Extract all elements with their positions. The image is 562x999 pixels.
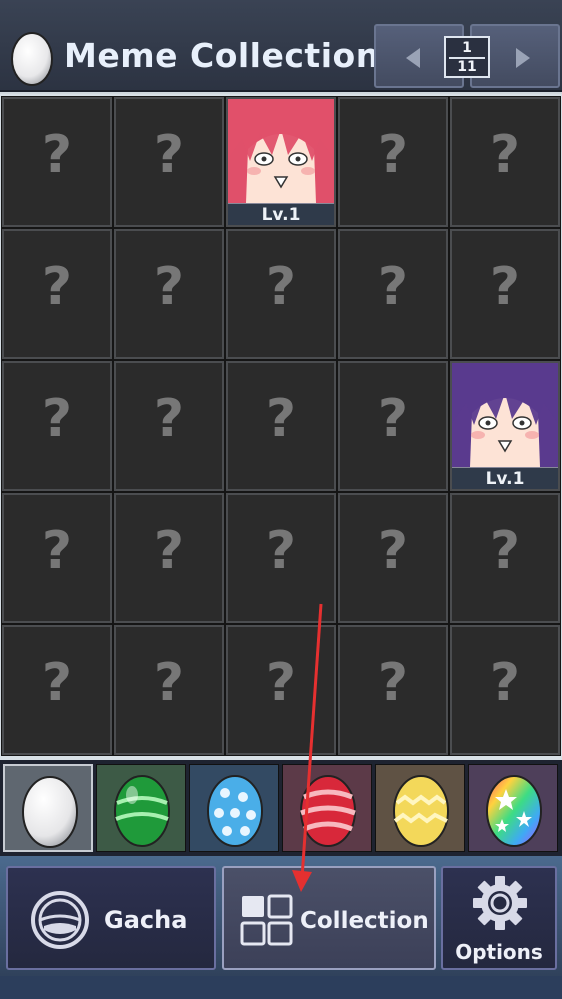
meme-card-locked[interactable]: ? [113, 492, 225, 624]
locked-question-mark: ? [489, 257, 521, 317]
egg-type-tabs [0, 760, 562, 856]
meme-card-unlocked[interactable]: Lv.1 [225, 96, 337, 228]
locked-question-mark: ? [489, 521, 521, 581]
bottom-navigation: Gacha Collection Options [0, 856, 562, 999]
meme-card-locked[interactable]: ? [449, 492, 561, 624]
options-label: Options [455, 940, 543, 964]
white-egg-icon [22, 776, 78, 848]
page-title: Meme Collection [64, 36, 380, 75]
meme-card-locked[interactable]: ? [113, 228, 225, 360]
meme-card-locked[interactable]: ? [449, 624, 561, 756]
options-button[interactable]: Options [441, 866, 557, 970]
locked-question-mark: ? [265, 521, 297, 581]
bottom-strip [0, 976, 562, 999]
meme-level-label: Lv.1 [228, 203, 334, 225]
meme-portrait [228, 99, 334, 203]
red-striped-egg-icon [300, 775, 356, 847]
locked-question-mark: ? [153, 257, 185, 317]
gacha-button[interactable]: Gacha [6, 866, 216, 970]
locked-question-mark: ? [153, 521, 185, 581]
locked-question-mark: ? [41, 521, 73, 581]
locked-question-mark: ? [489, 653, 521, 713]
egg-tab-rainbow-star-egg[interactable] [468, 764, 558, 852]
meme-card-unlocked[interactable]: Lv.1 [449, 360, 561, 492]
egg-tab-white-egg[interactable] [3, 764, 93, 852]
locked-question-mark: ? [153, 653, 185, 713]
white-egg-icon [11, 32, 53, 86]
meme-card-locked[interactable]: ? [337, 96, 449, 228]
meme-card-locked[interactable]: ? [449, 96, 561, 228]
chevron-right-icon [516, 48, 530, 68]
meme-card-locked[interactable]: ? [1, 492, 113, 624]
meme-card-locked[interactable]: ? [225, 228, 337, 360]
locked-question-mark: ? [265, 257, 297, 317]
locked-question-mark: ? [153, 125, 185, 185]
egg-tab-blue-spotted-egg[interactable] [189, 764, 279, 852]
locked-question-mark: ? [153, 389, 185, 449]
meme-level-label: Lv.1 [452, 467, 558, 489]
chevron-left-icon [406, 48, 420, 68]
meme-card-locked[interactable]: ? [1, 624, 113, 756]
yellow-zigzag-egg-icon [393, 775, 449, 847]
locked-question-mark: ? [489, 125, 521, 185]
total-pages: 11 [457, 59, 477, 75]
locked-question-mark: ? [377, 653, 409, 713]
collection-grid: ?? Lv.1??????????? Lv.1?????????? [0, 94, 562, 760]
meme-card-locked[interactable]: ? [225, 360, 337, 492]
blue-spotted-egg-icon [207, 775, 263, 847]
meme-card-locked[interactable]: ? [337, 228, 449, 360]
collection-button[interactable]: Collection [222, 866, 436, 970]
meme-card-locked[interactable]: ? [337, 360, 449, 492]
meme-card-locked[interactable]: ? [113, 360, 225, 492]
green-striped-egg-icon [114, 775, 170, 847]
locked-question-mark: ? [41, 653, 73, 713]
locked-question-mark: ? [41, 257, 73, 317]
gacha-capsule-icon [31, 891, 89, 949]
locked-question-mark: ? [377, 389, 409, 449]
gacha-label: Gacha [104, 906, 188, 934]
meme-portrait [452, 363, 558, 467]
egg-tab-green-striped-egg[interactable] [96, 764, 186, 852]
meme-card-locked[interactable]: ? [449, 228, 561, 360]
header-bar: Meme Collection 1 11 [0, 0, 562, 92]
meme-card-locked[interactable]: ? [337, 492, 449, 624]
page-navigator: 1 11 [374, 24, 560, 88]
meme-card-locked[interactable]: ? [337, 624, 449, 756]
meme-card-locked[interactable]: ? [1, 228, 113, 360]
locked-question-mark: ? [41, 125, 73, 185]
egg-tab-yellow-zigzag-egg[interactable] [375, 764, 465, 852]
meme-card-locked[interactable]: ? [113, 624, 225, 756]
locked-question-mark: ? [265, 653, 297, 713]
meme-card-locked[interactable]: ? [113, 96, 225, 228]
egg-tab-red-striped-egg[interactable] [282, 764, 372, 852]
current-page: 1 [462, 40, 472, 56]
meme-card-locked[interactable]: ? [1, 360, 113, 492]
locked-question-mark: ? [377, 125, 409, 185]
page-indicator: 1 11 [444, 36, 490, 78]
locked-question-mark: ? [265, 389, 297, 449]
locked-question-mark: ? [41, 389, 73, 449]
meme-card-locked[interactable]: ? [225, 624, 337, 756]
locked-question-mark: ? [377, 521, 409, 581]
grid-icon [240, 894, 293, 946]
meme-card-locked[interactable]: ? [225, 492, 337, 624]
rainbow-star-egg-icon [486, 775, 542, 847]
gear-icon [473, 876, 527, 930]
meme-card-locked[interactable]: ? [1, 96, 113, 228]
collection-label: Collection [300, 908, 429, 934]
locked-question-mark: ? [377, 257, 409, 317]
